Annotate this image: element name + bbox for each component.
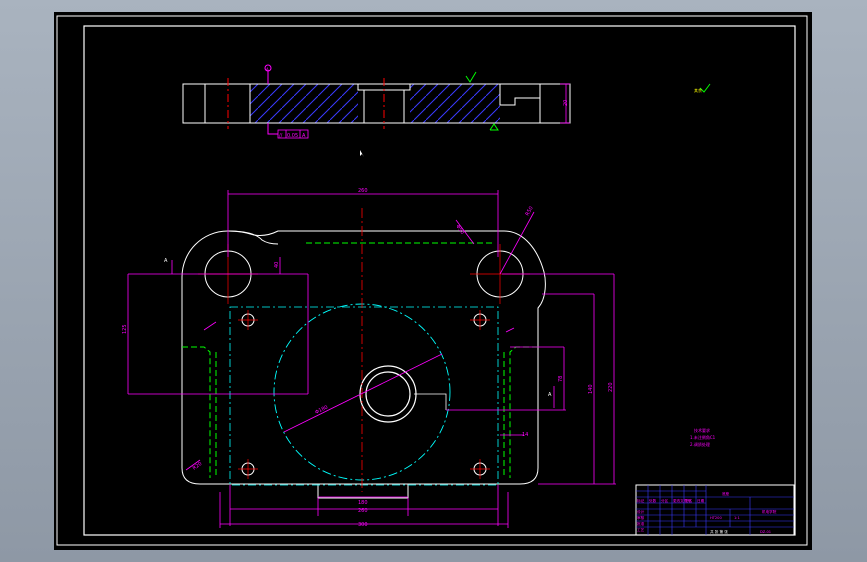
plate-outline (181, 230, 546, 485)
tb-row-label: 设计 (637, 509, 645, 514)
dim-bottom-2: 260 (358, 508, 368, 514)
section-mark-left: A (164, 258, 168, 264)
tb-header: 日期 (697, 498, 705, 503)
side-height-label: 20 (563, 100, 569, 106)
dim-top-width: 260 (358, 188, 368, 194)
tb-material: HT200 (710, 516, 722, 520)
section-mark-right: A (548, 392, 552, 398)
dim-offset-a: 14 (522, 432, 528, 438)
tb-drawing-no: DZ-01 (760, 530, 771, 534)
arrow-cursor-icon (360, 150, 364, 157)
tb-row-label: 批准 (637, 521, 645, 526)
section-hatch-left (250, 84, 358, 123)
dim-bottom-3: 300 (358, 522, 368, 528)
tb-part-name: 底座 (722, 491, 730, 496)
center-bore-outer (359, 365, 417, 423)
notes-line-1: 1.未注倒角C1 (690, 434, 716, 440)
center-bore-inner (365, 371, 411, 417)
dim-right-small: 78 (558, 376, 564, 382)
dim-right-height-1: 140 (588, 384, 594, 394)
notes-line-2: 2.调质处理 (690, 441, 710, 447)
leader-r: R50 (525, 205, 535, 217)
tb-header: 处数 (649, 498, 657, 503)
dim-right-height-2: 220 (608, 382, 614, 392)
tb-header: 分区 (661, 498, 669, 503)
tb-header: 标记 (637, 498, 645, 503)
tb-company: 机电学院 (762, 509, 777, 514)
fcf-datum: A (302, 133, 306, 139)
dim-offset-b: 40 (274, 262, 280, 268)
tb-row-label: 工艺 (637, 527, 645, 532)
notes-title: 技术要求 (694, 427, 710, 433)
bolt-holes (241, 313, 487, 476)
bottom-slot (317, 483, 409, 499)
plan-view: Φ180 (181, 208, 546, 499)
technical-notes: 技术要求 1.未注倒角C1 2.调质处理 (690, 427, 716, 447)
phi-big-label: Φ180 (314, 404, 329, 415)
tb-header: 签名 (685, 498, 693, 503)
tb-scale: 1:1 (734, 516, 740, 520)
rough-mark-label: 其余 (694, 87, 702, 93)
cad-viewport[interactable]: 20 A // 0.05 A 其余 Φ180 260 125 140 220 7… (54, 12, 812, 550)
cad-drawing: 20 A // 0.05 A 其余 Φ180 260 125 140 220 7… (56, 15, 808, 546)
leader-phi: Φ50 (454, 224, 465, 236)
dim-bottom-1: 180 (358, 500, 368, 506)
tb-row-label: 审核 (637, 515, 645, 520)
datum-label: A (266, 67, 269, 72)
bolt-pattern-outline (229, 306, 499, 486)
dim-left-height: 125 (122, 324, 128, 334)
section-view: 20 A // 0.05 A 其余 (182, 64, 711, 157)
surface-finish-bottom (489, 123, 499, 131)
fcf-value: 0.05 (287, 133, 298, 139)
surface-finish-top (465, 71, 477, 83)
tb-footer: 共 张 第 张 (710, 529, 728, 534)
fcf-symbol: // (279, 133, 283, 139)
dimensions (127, 190, 616, 528)
section-hatch-right (410, 84, 500, 123)
leader-r2: R20 (192, 461, 204, 472)
title-block: 底座 HT200 1:1 DZ-01 机电学院 设计 审核 批准 工艺 标记 处… (635, 484, 795, 536)
dimension-texts: 260 125 140 220 78 14 40 180 260 300 R50… (122, 188, 614, 528)
